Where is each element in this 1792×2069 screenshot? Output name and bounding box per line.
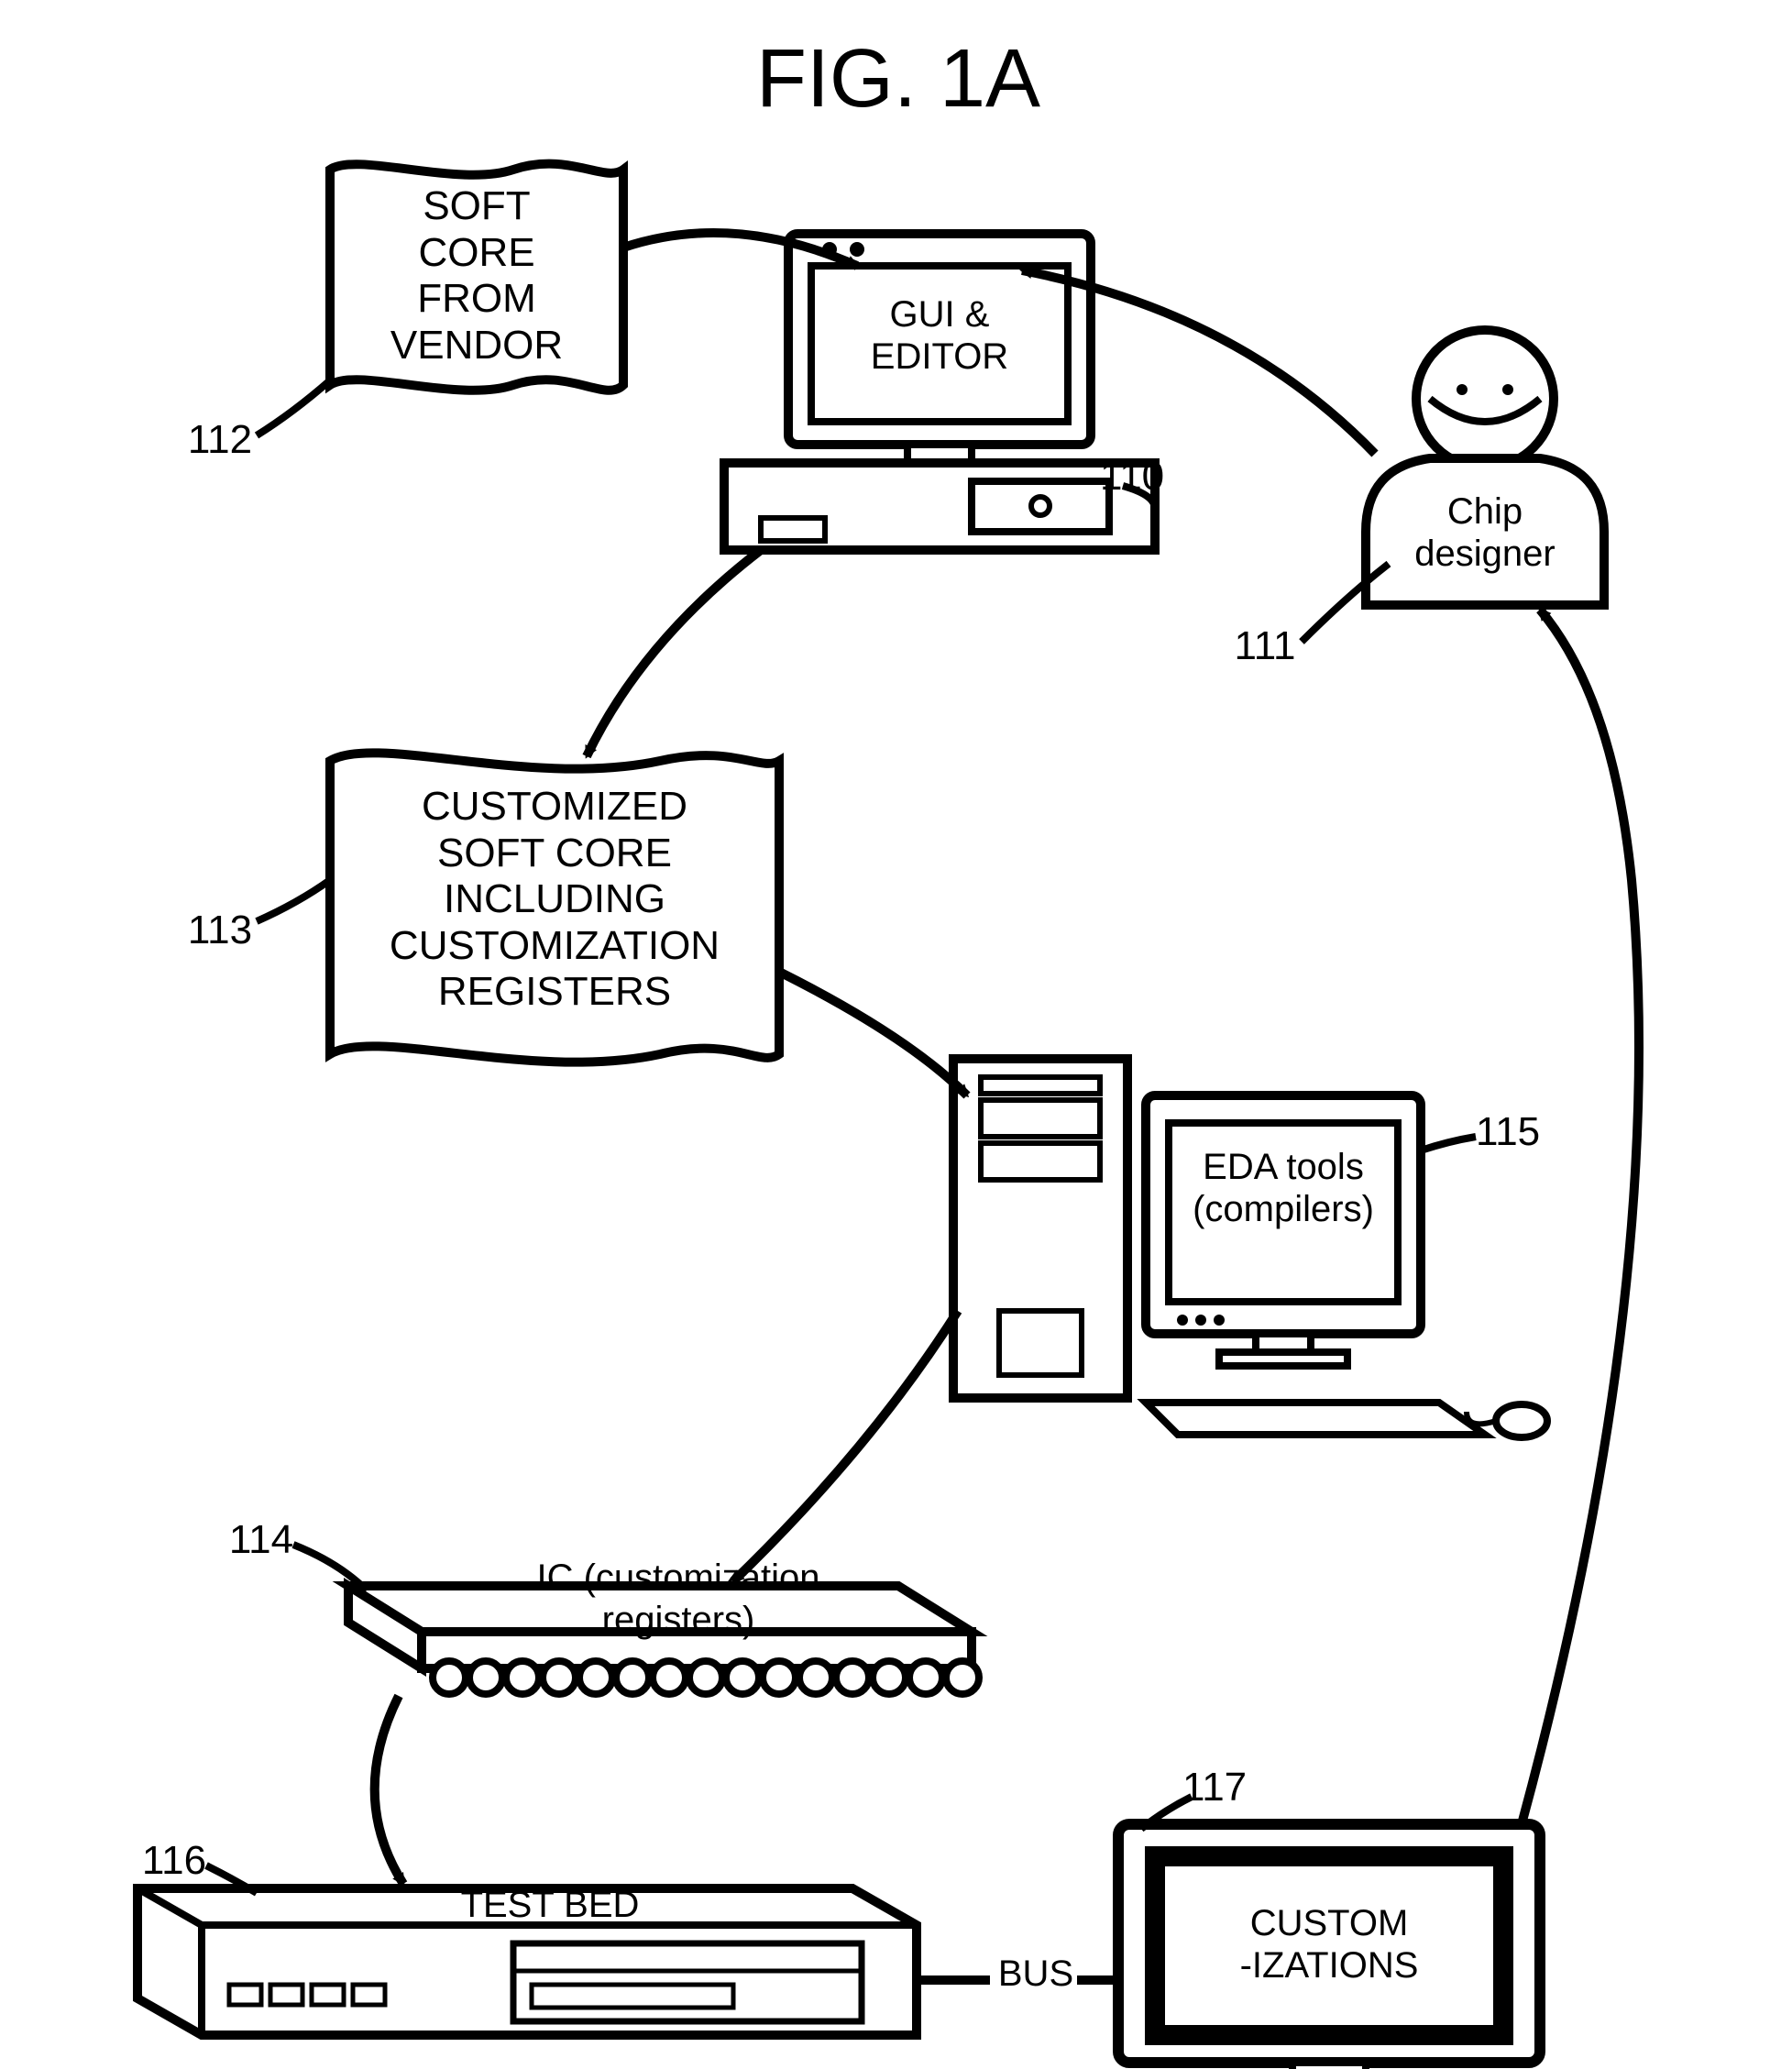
ref-110: 110 xyxy=(1100,454,1192,501)
node-gui xyxy=(724,234,1155,550)
node-softcore xyxy=(330,164,623,391)
ref-111: 111 xyxy=(1219,623,1311,670)
customizations-text: CUSTOM -IZATIONS xyxy=(1192,1902,1467,1986)
diagram-canvas: FIG. 1A SOFT CORE FROM VENDOR 112 GUI & … xyxy=(0,0,1792,2069)
bus-label: BUS xyxy=(985,1953,1086,1995)
customcore-text: CUSTOMIZED SOFT CORE INCLUDING CUSTOMIZA… xyxy=(339,784,770,1016)
testbed-text: TEST BED xyxy=(403,1884,697,1926)
ref-114: 114 xyxy=(215,1517,307,1564)
diagram-svg xyxy=(0,0,1792,2069)
ref-113: 113 xyxy=(174,908,266,954)
ic-text: IC (customization registers) xyxy=(431,1557,926,1641)
eda-text: EDA tools (compilers) xyxy=(1173,1146,1393,1230)
node-customizations xyxy=(1118,1824,1540,2069)
gui-text: GUI & EDITOR xyxy=(816,293,1063,378)
ref-112: 112 xyxy=(174,417,266,464)
node-ic xyxy=(348,1586,979,1694)
ref-117: 117 xyxy=(1182,1765,1274,1811)
ref-115: 115 xyxy=(1476,1109,1567,1156)
designer-text: Chip designer xyxy=(1375,490,1595,575)
softcore-text: SOFT CORE FROM VENDOR xyxy=(348,183,605,369)
node-eda xyxy=(953,1059,1547,1437)
node-customcore xyxy=(330,753,779,1062)
node-designer xyxy=(1366,330,1604,605)
ref-116: 116 xyxy=(128,1838,220,1885)
figure-title: FIG. 1A xyxy=(697,32,1100,127)
node-testbed xyxy=(137,1888,917,2035)
